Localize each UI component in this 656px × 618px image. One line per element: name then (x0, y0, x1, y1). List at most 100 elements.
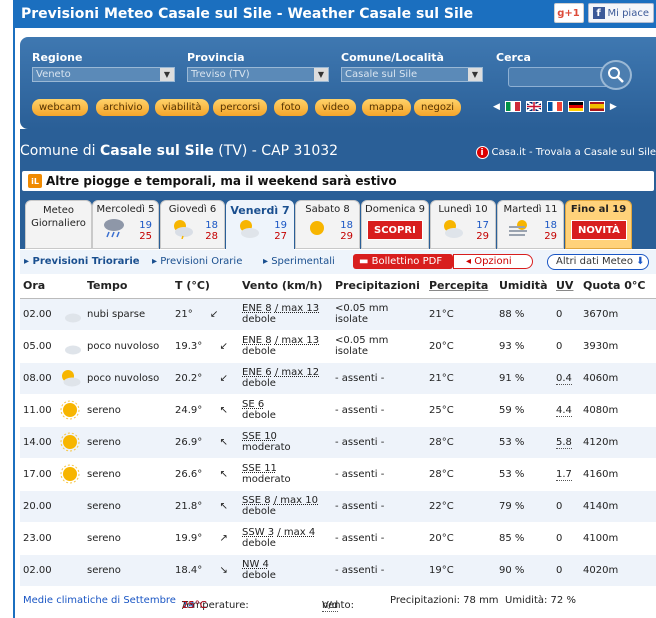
medie-climatiche-link[interactable]: Medie climatiche di Settembre (23, 595, 176, 606)
foto-button[interactable]: foto (274, 99, 308, 116)
moon-cloud-icon (61, 305, 81, 323)
row-uv: 0.4 (553, 362, 580, 395)
wind-arrow-icon: ↖ (219, 500, 228, 512)
row-ora: 17.00 (20, 458, 84, 491)
row-vento: ENE 8 / max 13 debole (239, 298, 332, 331)
link-previsioni-triorarie[interactable]: ▸ Previsioni Triorarie (24, 256, 140, 267)
tab-meteo-giornaliero[interactable]: Meteo Giornaliero (25, 200, 92, 249)
alert-bar: iL Altre piogge e temporali, ma il weeke… (20, 169, 656, 193)
row-vento: ENE 8 / max 13 debole (239, 330, 332, 363)
sun-icon (60, 464, 80, 484)
mappa-button[interactable]: mappa (362, 99, 411, 116)
provincia-select[interactable]: Treviso (TV) ▼ (187, 67, 329, 82)
row-temperatura: 26.9° ↖ (172, 426, 239, 459)
link-sperimentali[interactable]: ▸ Sperimentali (263, 256, 335, 267)
sun-cloud-icon (444, 220, 463, 238)
wind-arrow-icon: ↘ (219, 564, 228, 576)
table-row: 05.00 poco nuvoloso 19.3° ↙ ENE 8 / max 13… (20, 330, 656, 363)
col-vento: Vento (km/h) (239, 274, 332, 299)
row-quota-zero: 4080m (580, 394, 656, 427)
scopri-badge[interactable]: SCOPRI (367, 220, 423, 240)
row-ora: 23.00 (20, 522, 84, 555)
row-uv: 4.4 (553, 394, 580, 427)
row-umidita: 79 % (496, 490, 553, 523)
table-row: 20.00 sereno 21.8° ↖ SSE 8 / max 10 debole -… (20, 490, 656, 523)
tab-martedi[interactable]: Martedì 11 18 29 (497, 200, 564, 249)
row-uv: 1.7 (553, 458, 580, 491)
bollettino-pdf-button[interactable]: ▬ Bollettino PDF (353, 254, 453, 269)
row-vento: ENE 6 / max 12 debole (239, 362, 332, 395)
sun-icon (60, 400, 80, 420)
moon-cloud-icon (61, 337, 81, 355)
viabilita-button[interactable]: viabilità (155, 99, 209, 116)
moon-icon (62, 498, 71, 514)
altri-dati-meteo-button[interactable]: Altri dati Meteo ⬇ (547, 254, 649, 270)
moon-icon (62, 562, 71, 578)
wind-arrow-icon: ↖ (219, 468, 228, 480)
tab-venerdi[interactable]: Venerdì 7 19 27 (226, 200, 294, 250)
german-flag-icon[interactable] (567, 101, 584, 112)
table-row: 23.00 sereno 19.9° ↗ SSW 3 / max 4 debole - … (20, 522, 656, 555)
tab-mercoledi[interactable]: Mercoledì 5 19 25 (92, 200, 159, 249)
row-vento: SE 6 debole (239, 394, 332, 427)
row-uv: 0 (553, 330, 580, 363)
col-ora: Ora (20, 274, 84, 299)
wind-arrow-icon: ↗ (219, 532, 228, 544)
sun-cloud-icon (240, 220, 259, 238)
chevron-down-icon: ▼ (468, 68, 482, 81)
tab-sabato[interactable]: Sabato 8 18 29 (295, 200, 360, 249)
table-header-row: Ora Tempo T (°C) Vento (km/h) Precipitaz… (20, 274, 656, 299)
uk-flag-icon[interactable] (525, 101, 542, 112)
row-quota-zero: 4140m (580, 490, 656, 523)
novita-badge[interactable]: NOVITÀ (571, 220, 627, 240)
link-previsioni-orarie[interactable]: ▸ Previsioni Orarie (152, 256, 242, 267)
regione-label: Regione (32, 51, 83, 64)
row-temperatura: 20.2° ↙ (172, 362, 239, 395)
row-tempo: sereno (84, 394, 172, 427)
cerca-label: Cerca (496, 51, 531, 64)
provincia-label: Provincia (187, 51, 245, 64)
comune-heading: Comune di Casale sul Sile (TV) - CAP 310… (20, 143, 339, 159)
tab-domenica[interactable]: Domenica 9 SCOPRI (361, 200, 429, 249)
facebook-icon: f (592, 7, 605, 19)
comune-select[interactable]: Casale sul Sile ▼ (341, 67, 483, 82)
tab-giovedi[interactable]: Giovedì 6 18 28 (160, 200, 225, 249)
row-umidita: 59 % (496, 394, 553, 427)
tab-fino-al-19[interactable]: Fino al 19 NOVITÀ (565, 200, 632, 249)
italian-flag-icon[interactable] (504, 101, 521, 112)
row-precipitazioni: - assenti - (332, 426, 426, 459)
next-arrow-icon[interactable]: ▶ (610, 102, 617, 112)
prev-arrow-icon[interactable]: ◀ (493, 102, 500, 112)
col-uv: UV (553, 274, 580, 299)
row-ora: 08.00 (20, 362, 84, 395)
row-tempo: sereno (84, 554, 172, 587)
search-button[interactable] (600, 60, 632, 90)
regione-select[interactable]: Veneto ▼ (32, 67, 175, 82)
casa-link[interactable]: i Casa.it - Trovala a Casale sul Sile (475, 146, 656, 159)
archivio-button[interactable]: archivio (96, 99, 150, 116)
opzioni-button[interactable]: ◂ Opzioni (453, 254, 533, 269)
footer-umidita: Umidità: 72 % (505, 594, 576, 606)
pdf-icon: ▬ (359, 256, 372, 267)
news-alert[interactable]: iL Altre piogge e temporali, ma il weeke… (22, 171, 654, 191)
row-uv: 0 (553, 554, 580, 587)
spanish-flag-icon[interactable] (588, 101, 605, 112)
french-flag-icon[interactable] (546, 101, 563, 112)
percorsi-button[interactable]: percorsi (213, 99, 268, 116)
gplus-button[interactable]: g +1 (553, 3, 584, 23)
comune-label: Comune/Località (341, 51, 444, 64)
footer-precipitazioni: Precipitazioni: 78 mm (390, 594, 499, 606)
webcam-button[interactable]: webcam (32, 99, 89, 116)
row-percepita: 20°C (426, 522, 496, 555)
tab-lunedi[interactable]: Lunedì 10 17 29 (430, 200, 496, 249)
row-tempo: sereno (84, 490, 172, 523)
row-percepita: 28°C (426, 426, 496, 459)
video-button[interactable]: video (315, 99, 357, 116)
row-tempo: sereno (84, 522, 172, 555)
row-umidita: 91 % (496, 362, 553, 395)
facebook-like-button[interactable]: f Mi piace (587, 3, 654, 23)
wind-arrow-icon: ↖ (219, 404, 228, 416)
table-row: 11.00 sereno 24.9° ↖ SE 6 debole - assenti … (20, 394, 656, 427)
negozi-button[interactable]: negozi (414, 99, 461, 116)
info-icon: i (475, 146, 489, 159)
